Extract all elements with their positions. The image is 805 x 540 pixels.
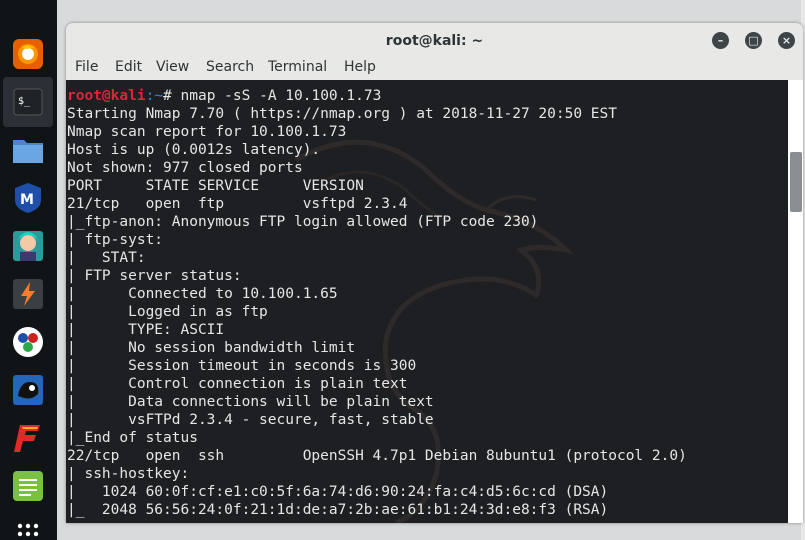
prompt-symbol: # — [163, 88, 181, 104]
scrollbar-thumb[interactable] — [790, 152, 802, 212]
metasploit-icon[interactable]: M — [8, 178, 48, 218]
notes-icon[interactable] — [8, 466, 48, 506]
menu-help[interactable]: Help — [344, 59, 376, 75]
dock: $_ M — [0, 0, 57, 540]
prompt-user: root@kali — [67, 88, 146, 104]
prompt-path: :~ — [145, 88, 164, 104]
app-grid-icon[interactable] — [8, 510, 48, 540]
faraday-icon[interactable] — [8, 418, 48, 458]
maximize-button[interactable]: □ — [745, 32, 762, 49]
close-button[interactable]: × — [778, 32, 795, 49]
menu-edit[interactable]: Edit — [115, 59, 142, 75]
terminal-icon[interactable]: $_ — [8, 82, 48, 122]
maltego-icon[interactable] — [8, 322, 48, 362]
armitage-icon[interactable] — [8, 226, 48, 266]
beef-icon[interactable] — [8, 370, 48, 410]
menu-search[interactable]: Search — [206, 59, 254, 75]
terminal-output: root@kali:~# nmap -sS -A 10.100.1.73 Sta… — [67, 87, 687, 519]
burpsuite-icon[interactable] — [8, 274, 48, 314]
maximize-icon: □ — [748, 34, 759, 47]
svg-text:$_: $_ — [18, 96, 31, 107]
firefox-icon[interactable] — [8, 34, 48, 74]
close-icon: × — [781, 34, 792, 47]
menubar: File Edit View Search Terminal Help — [66, 57, 803, 81]
window-title: root@kali: ~ — [385, 33, 484, 49]
menu-file[interactable]: File — [75, 59, 98, 75]
files-icon[interactable] — [8, 130, 48, 170]
svg-text:M: M — [20, 192, 34, 208]
terminal-window: root@kali: ~ – □ × File Edit View Search… — [66, 23, 803, 523]
menu-view[interactable]: View — [156, 59, 189, 75]
command-text: nmap -sS -A 10.100.1.73 — [180, 88, 382, 104]
scrollbar[interactable] — [788, 80, 803, 523]
window-titlebar[interactable]: root@kali: ~ — [66, 23, 803, 57]
minimize-icon: – — [717, 34, 724, 47]
menu-terminal[interactable]: Terminal — [268, 59, 327, 75]
minimize-button[interactable]: – — [712, 32, 729, 49]
terminal-area[interactable]: root@kali:~# nmap -sS -A 10.100.1.73 Sta… — [66, 80, 788, 523]
command-output: Starting Nmap 7.70 ( https://nmap.org ) … — [67, 106, 687, 518]
